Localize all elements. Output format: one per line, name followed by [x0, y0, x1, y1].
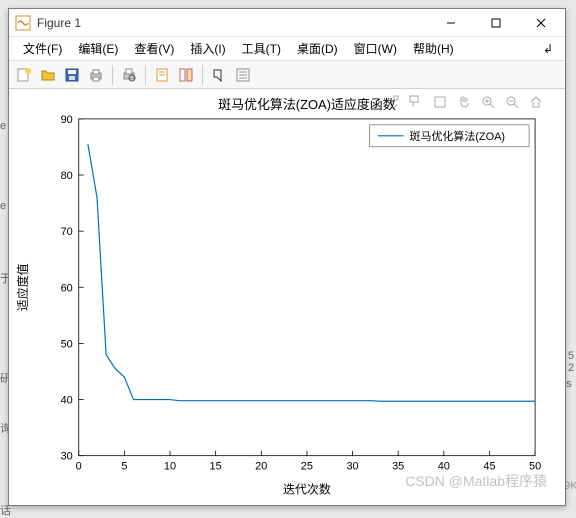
edit-plot-arrow-icon[interactable]: [208, 64, 230, 86]
menu-overflow-icon[interactable]: ↲: [537, 40, 559, 58]
menu-file[interactable]: 文件(F): [15, 38, 70, 59]
svg-text:90: 90: [61, 114, 73, 126]
svg-text:40: 40: [61, 395, 73, 407]
print-icon[interactable]: [85, 64, 107, 86]
svg-text:15: 15: [210, 461, 222, 473]
menu-window[interactable]: 窗口(W): [346, 38, 405, 59]
window-title: Figure 1: [37, 16, 428, 30]
menu-insert[interactable]: 插入(I): [182, 38, 233, 59]
new-figure-icon[interactable]: [13, 64, 35, 86]
menu-desktop[interactable]: 桌面(D): [289, 38, 346, 59]
svg-text:适应度值: 适应度值: [15, 263, 30, 311]
link-plot-icon[interactable]: [151, 64, 173, 86]
property-editor-icon[interactable]: [232, 64, 254, 86]
save-icon[interactable]: [61, 64, 83, 86]
zoom-out-icon[interactable]: [503, 93, 521, 111]
insert-colorbar-icon[interactable]: [175, 64, 197, 86]
svg-text:30: 30: [61, 451, 73, 463]
svg-text:30: 30: [346, 461, 358, 473]
svg-text:50: 50: [61, 338, 73, 350]
svg-text:斑马优化算法(ZOA)适应度函数: 斑马优化算法(ZOA)适应度函数: [218, 97, 396, 112]
svg-text:40: 40: [438, 461, 450, 473]
svg-text:45: 45: [483, 461, 495, 473]
rotate-icon[interactable]: [431, 93, 449, 111]
figure-window: Figure 1 文件(F) 编辑(E) 查看(V) 插入(I) 工具(T) 桌…: [8, 8, 566, 506]
open-icon[interactable]: [37, 64, 59, 86]
zoom-in-icon[interactable]: [479, 93, 497, 111]
svg-text:25: 25: [301, 461, 313, 473]
brush-icon[interactable]: [383, 93, 401, 111]
plot-area: 0 5 10 15 20 25 30 35 40 45 50 30 40 50 60 70 80 90 斑马优化算法…: [9, 89, 565, 505]
svg-text:50: 50: [529, 461, 541, 473]
menu-bar: 文件(F) 编辑(E) 查看(V) 插入(I) 工具(T) 桌面(D) 窗口(W…: [9, 37, 565, 61]
pan-icon[interactable]: [455, 93, 473, 111]
toolbar: [9, 61, 565, 89]
svg-text:60: 60: [61, 282, 73, 294]
home-icon[interactable]: [527, 93, 545, 111]
app-icon: [15, 15, 31, 31]
svg-text:迭代次数: 迭代次数: [283, 482, 331, 497]
menu-tools[interactable]: 工具(T): [234, 38, 289, 59]
svg-text:80: 80: [61, 170, 73, 182]
datatips-icon[interactable]: [407, 93, 425, 111]
menu-view[interactable]: 查看(V): [126, 38, 182, 59]
svg-text:35: 35: [392, 461, 404, 473]
svg-text:10: 10: [164, 461, 176, 473]
svg-text:0: 0: [76, 461, 82, 473]
print-preview-icon[interactable]: [118, 64, 140, 86]
menu-help[interactable]: 帮助(H): [405, 38, 462, 59]
maximize-button[interactable]: [473, 9, 518, 37]
svg-text:20: 20: [255, 461, 267, 473]
svg-text:斑马优化算法(ZOA): 斑马优化算法(ZOA): [410, 129, 506, 143]
menu-edit[interactable]: 编辑(E): [70, 38, 126, 59]
title-bar: Figure 1: [9, 9, 565, 37]
svg-text:5: 5: [121, 461, 127, 473]
chart-canvas: 0 5 10 15 20 25 30 35 40 45 50 30 40 50 60 70 80 90 斑马优化算法…: [9, 89, 565, 506]
svg-text:70: 70: [61, 226, 73, 238]
axes-toolbar: [383, 93, 545, 111]
minimize-button[interactable]: [428, 9, 473, 37]
close-button[interactable]: [518, 9, 563, 37]
